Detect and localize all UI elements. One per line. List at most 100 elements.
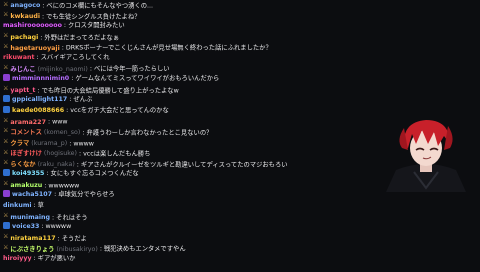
chat-message: koi49355: 女にもすぐ忘るコメつくんだな [0, 169, 360, 180]
chat-username[interactable]: kaede0088666 [12, 107, 64, 114]
chat-username-alt: (mijinko_naomi) [37, 65, 88, 73]
chat-message: ⚔ pachagi: 外野はだまってろだよなぁ [0, 32, 360, 43]
sword-badge-icon: ⚔ [3, 63, 9, 71]
sword-badge-icon: ⚔ [3, 159, 9, 167]
chat-message: ⚔ コメントス (komen_so): 弁護うわーしか言わなかったとこ見ないの？ [0, 127, 360, 138]
chat-message: hiroiyyy: ギアが悪いか [0, 254, 360, 265]
subscriber-badge-icon [3, 222, 10, 230]
chat-username-alt: (kurama_p) [31, 139, 68, 147]
chat-text: 戦犯決めもエンタメですやん [103, 245, 186, 253]
sword-badge-icon: ⚔ [3, 243, 9, 251]
chat-username[interactable]: voice33 [12, 223, 39, 230]
chat-message: ⚔ クラマ (kurama_p): wwww [0, 138, 360, 149]
chat-message: ⚔ ほぎすけけ (hogisuke): vccは楽しんだもん勝ち [0, 148, 360, 159]
chat-text: べにのコメ欄にもそんなやつ湧くの... [46, 2, 154, 10]
sword-badge-icon: ⚔ [3, 212, 9, 220]
sword-badge-icon: ⚔ [3, 148, 9, 156]
chat-username[interactable]: らくなか [10, 161, 35, 168]
chat-username[interactable]: kwkaudi [10, 13, 40, 20]
chat-text: スバイギアころしてくれ [40, 53, 110, 61]
chat-username[interactable]: クラマ [10, 140, 29, 147]
chat-username[interactable]: gppicallight117 [12, 96, 67, 103]
chat-username[interactable]: anagoco [10, 2, 40, 9]
subscriber-badge-icon [3, 95, 10, 103]
chat-username[interactable]: rikuwant [3, 54, 35, 61]
chat-message: mimminnnimin0: ゲームなんてミスってワイワイがおもろいんだから [0, 74, 360, 85]
sword-badge-icon: ⚔ [3, 180, 9, 188]
chat-username[interactable]: wacha5107 [12, 191, 52, 198]
subscriber-badge-icon [3, 105, 10, 113]
chat-message: ⚔ kwkaudi: でも生徒シングルス負けたよね？ [0, 11, 360, 22]
chat-username[interactable]: mimminnnimin0 [12, 75, 69, 82]
chat-text: そうだよ [61, 235, 87, 243]
chat-text: ギアさんがクルイーゼをツルギと勘違いしてディスってたのマジおもろい [80, 160, 288, 168]
chat-message: gppicallight117: ぜんぶ [0, 95, 360, 106]
chat-text: でも昨日の大会結局優勝して盛り上がったよなw [41, 86, 179, 94]
chat-message: ⚔ niratama117: そうだよ [0, 233, 360, 244]
chat-text: ギアが悪いか [37, 254, 76, 262]
subscriber-badge-icon [3, 169, 10, 177]
chat-username[interactable]: arama227 [10, 119, 46, 126]
chat-message: ⚔ amakuzu: wwwwww [0, 180, 360, 191]
chat-message: rikuwant: スバイギアころしてくれ [0, 53, 360, 64]
chat-text: wwww [73, 139, 94, 147]
chat-username[interactable]: amakuzu [10, 182, 42, 189]
chat-text: ゲームなんてミスってワイワイがおもろいんだから [75, 75, 220, 83]
chat-text: wwwww [45, 223, 72, 231]
chat-text: www [52, 118, 68, 126]
chat-message: mashiroooooooo: クロスタ開封みたい [0, 21, 360, 32]
chat-message: ⚔ みじんこ (mijinko_naomi): べには今年一筋ったらしい [0, 63, 360, 74]
chat-text: 弁護うわーしか言わなかったとこ見ないの？ [86, 129, 213, 137]
sword-badge-icon: ⚔ [3, 127, 9, 135]
sword-badge-icon: ⚔ [3, 32, 9, 40]
chat-text: でも生徒シングルス負けたよね？ [46, 12, 141, 20]
sword-badge-icon: ⚔ [3, 85, 9, 93]
chat-message: dinkumi: 草 [0, 201, 360, 212]
chat-text: vccは楽しんだもん勝ち [83, 150, 151, 158]
chat-username[interactable]: ほぎすけけ [10, 150, 41, 157]
sword-badge-icon: ⚔ [3, 138, 9, 146]
chat-text: vccをガチ大会だと思ってんのかな [70, 106, 169, 114]
chat-message: ⚔ arama227: www [0, 116, 360, 127]
chat-username[interactable]: yaptt_t [10, 87, 35, 94]
chat-username-alt: (hogisuke) [43, 150, 77, 158]
chat-username[interactable]: にぶさきりょう [10, 246, 54, 253]
chat-text: 卓球気分でやらせろ [58, 191, 115, 199]
chat-text: 女にもすぐ忘るコメつくんだな [50, 170, 139, 178]
chat-text: ぜんぶ [73, 96, 93, 104]
streamer-avatar [378, 114, 474, 192]
chat-username[interactable]: mashiroooooooo [3, 22, 62, 29]
chat-text: クロスタ開封みたい [68, 22, 125, 30]
chat-message: ⚔ にぶさきりょう (nibusakiryo): 戦犯決めもエンタメですやん [0, 243, 360, 254]
chat-message: voice33: wwwww [0, 222, 360, 233]
chat-username[interactable]: koi49355 [12, 170, 44, 177]
chat-username[interactable]: hiroiyyy [3, 255, 32, 262]
chat-text: wwwwww [48, 182, 80, 190]
chat-username[interactable]: niratama117 [10, 235, 55, 242]
chat-username[interactable]: dinkumi [3, 202, 32, 209]
chat-username-alt: (raku_naka) [37, 160, 75, 168]
chat-username[interactable]: hagetaruoyaji [10, 45, 59, 52]
chat-message: ⚔ anagoco: べにのコメ欄にもそんなやつ湧くの... [0, 0, 360, 11]
chat-username[interactable]: コメントス [10, 129, 41, 136]
chat-username[interactable]: munimaing [10, 214, 50, 221]
chat-message: ⚔ hagetaruoyaji: DRKSボーナーでこくじんさんが見せ場無く終わっ… [0, 42, 360, 53]
chat-username[interactable]: みじんこ [10, 66, 35, 73]
chat-log: ⚔ anagoco: べにのコメ欄にもそんなやつ湧くの... ⚔ kwkaudi: で… [0, 0, 360, 272]
chat-username-alt: (komen_so) [43, 129, 81, 137]
chat-message: ⚔ munimaing: それはそう [0, 212, 360, 223]
chat-text: DRKSボーナーでこくじんさんが見せ場無く終わった話にふれましたか？ [65, 44, 272, 52]
chat-username-alt: (nibusakiryo) [56, 245, 98, 253]
chat-username[interactable]: pachagi [10, 34, 38, 41]
chat-text: それはそう [56, 213, 88, 221]
sword-badge-icon: ⚔ [3, 42, 9, 50]
sword-badge-icon: ⚔ [3, 0, 9, 8]
subscriber-badge-icon [3, 74, 10, 82]
sword-badge-icon: ⚔ [3, 233, 9, 241]
chat-message: ⚔ らくなか (raku_naka): ギアさんがクルイーゼをツルギと勘違いしてディ… [0, 159, 360, 170]
sword-badge-icon: ⚔ [3, 11, 9, 19]
sword-badge-icon: ⚔ [3, 116, 9, 124]
chat-message: wacha5107: 卓球気分でやらせろ [0, 190, 360, 201]
chat-message: kaede0088666: vccをガチ大会だと思ってんのかな [0, 105, 360, 117]
chat-message: ⚔ yaptt_t: でも昨日の大会結局優勝して盛り上がったよなw [0, 85, 360, 96]
